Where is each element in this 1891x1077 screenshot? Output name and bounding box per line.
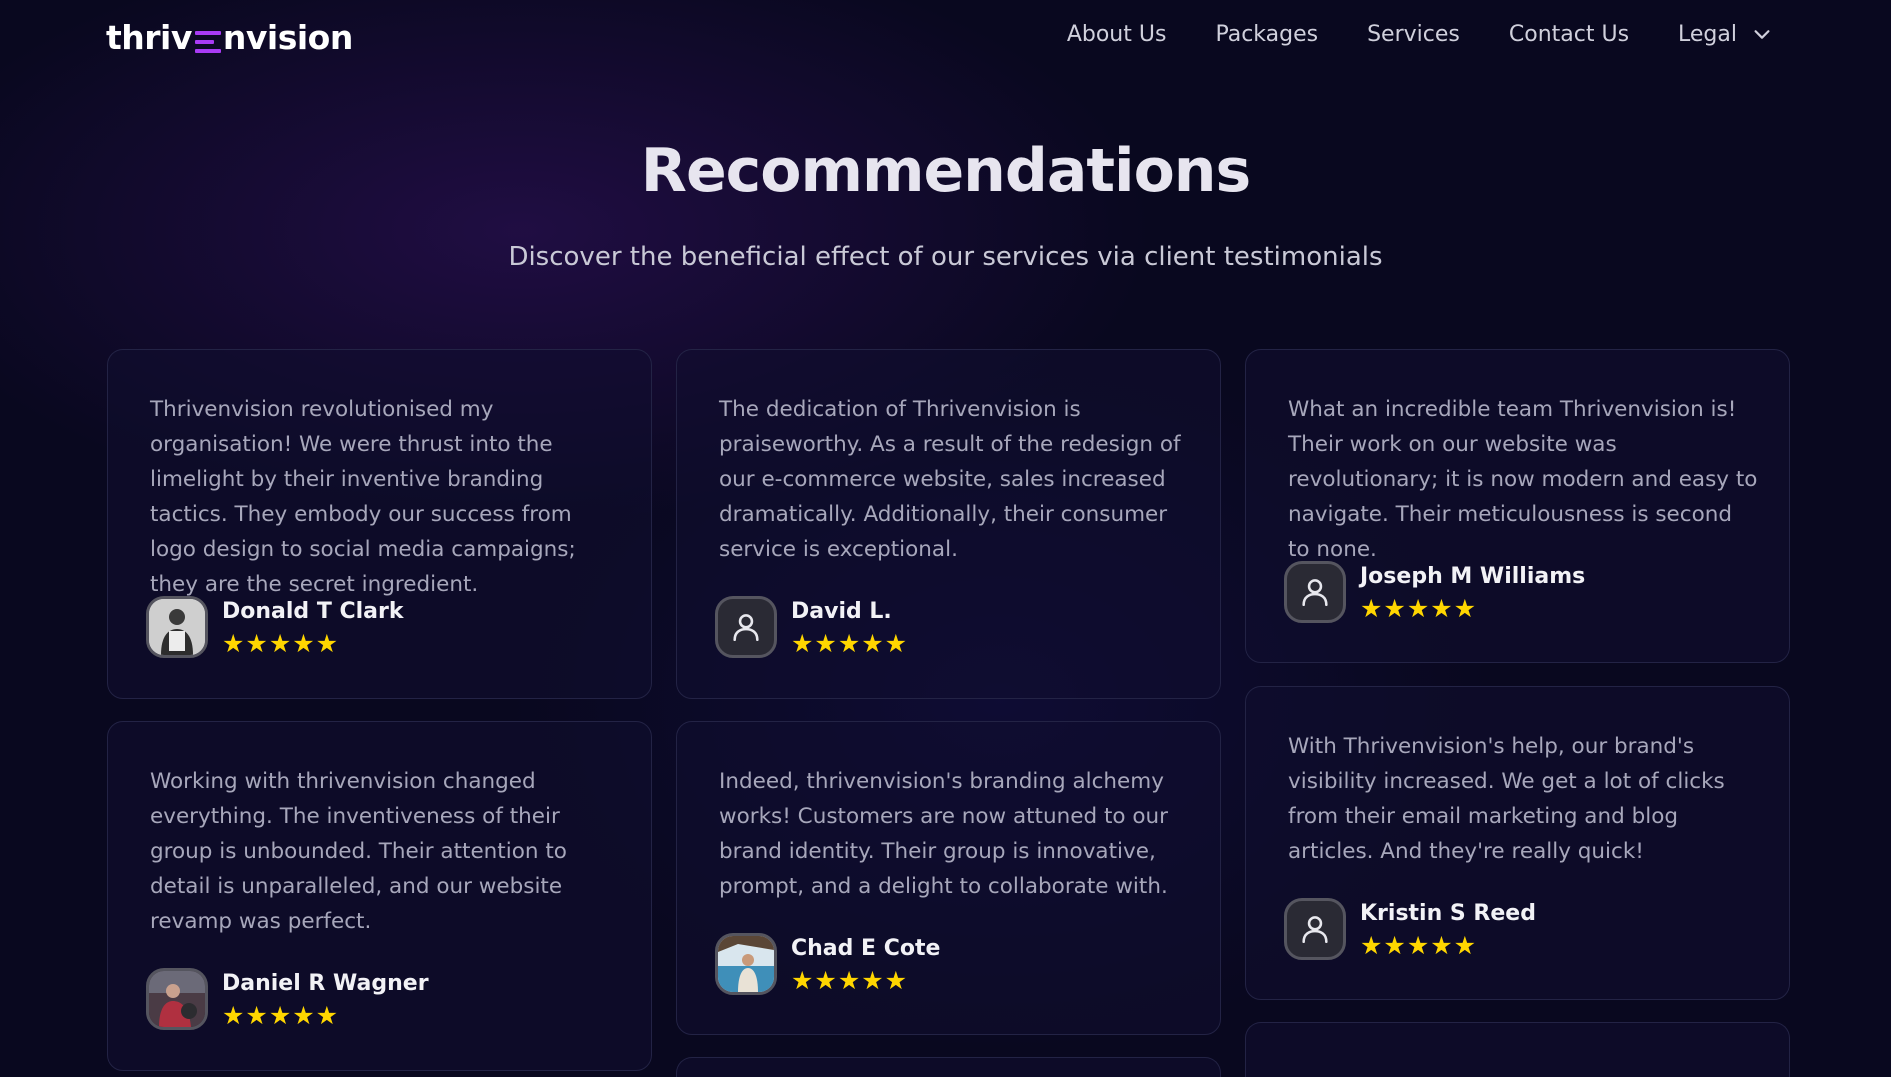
avatar <box>1284 898 1346 960</box>
testimonial-author: Kristin S Reed ★★★★★ <box>1284 898 1536 960</box>
brand-logo[interactable]: thriv nvision <box>106 12 353 56</box>
author-name: David L. <box>791 599 892 624</box>
avatar <box>1284 561 1346 623</box>
avatar <box>146 596 208 658</box>
testimonial-card: Indeed, thrivenvision's branding alchemy… <box>676 721 1221 1035</box>
testimonial-card: With Thrivenvision's help, our brand's v… <box>1245 686 1790 1000</box>
user-icon <box>733 614 759 642</box>
star-rating-icon: ★★★★★ <box>791 629 909 658</box>
nav-link-about-us[interactable]: About Us <box>1067 22 1167 47</box>
star-rating-icon: ★★★★★ <box>222 1001 340 1030</box>
avatar-photo-icon <box>149 599 205 655</box>
top-nav: thriv nvision About Us Packages Services… <box>0 0 1891 70</box>
star-rating-icon: ★★★★★ <box>222 629 340 658</box>
testimonial-text: The dedication of Thrivenvision is prais… <box>719 397 1181 562</box>
logo-text-start: thriv <box>106 18 192 57</box>
testimonial-author: Daniel R Wagner ★★★★★ <box>146 968 429 1030</box>
author-name: Kristin S Reed <box>1360 901 1536 926</box>
testimonial-card: The dedication of Thrivenvision is prais… <box>676 349 1221 699</box>
testimonial-text: Thrivenvision revolutionised my organisa… <box>150 397 576 597</box>
chevron-down-icon <box>1754 30 1770 39</box>
author-name: Donald T Clark <box>222 599 404 624</box>
testimonial-text: With Thrivenvision's help, our brand's v… <box>1288 734 1725 864</box>
star-rating-icon: ★★★★★ <box>1360 931 1478 960</box>
testimonial-text: Working with thrivenvision changed every… <box>150 769 567 934</box>
testimonial-card: What an incredible team Thrivenvision is… <box>1245 349 1790 663</box>
testimonial-text: What an incredible team Thrivenvision is… <box>1288 397 1758 562</box>
star-rating-icon: ★★★★★ <box>1360 594 1478 623</box>
testimonial-card <box>676 1057 1221 1077</box>
testimonial-card: Thrivenvision revolutionised my organisa… <box>107 349 652 699</box>
author-name: Joseph M Williams <box>1360 564 1586 589</box>
user-icon <box>1302 579 1328 607</box>
nav-link-services[interactable]: Services <box>1367 22 1460 47</box>
avatar <box>715 596 777 658</box>
star-rating-icon: ★★★★★ <box>791 966 909 995</box>
avatar <box>715 933 777 995</box>
testimonial-author: David L. ★★★★★ <box>715 596 908 658</box>
avatar <box>146 968 208 1030</box>
testimonial-card: Working with thrivenvision changed every… <box>107 721 652 1071</box>
nav-dropdown-legal[interactable]: Legal <box>1678 22 1773 47</box>
avatar-photo-icon <box>718 936 774 992</box>
logo-text-end: nvision <box>222 18 353 57</box>
page-subtitle: Discover the beneficial effect of our se… <box>508 242 1383 272</box>
nav-links: About Us Packages Services Contact Us Le… <box>1018 0 1773 68</box>
author-name: Daniel R Wagner <box>222 971 429 996</box>
testimonial-author: Donald T Clark ★★★★★ <box>146 596 404 658</box>
nav-link-legal-label: Legal <box>1678 21 1737 47</box>
testimonial-text: Indeed, thrivenvision's branding alchemy… <box>719 769 1168 899</box>
testimonial-author: Joseph M Williams ★★★★★ <box>1284 561 1585 623</box>
page-title: Recommendations <box>640 136 1251 206</box>
author-name: Chad E Cote <box>791 936 941 961</box>
testimonial-card <box>1245 1022 1790 1077</box>
nav-link-packages[interactable]: Packages <box>1215 22 1318 47</box>
testimonial-author: Chad E Cote ★★★★★ <box>715 933 940 995</box>
nav-link-contact-us[interactable]: Contact Us <box>1509 22 1629 47</box>
avatar-photo-icon <box>149 971 205 1027</box>
logo-e-mark-icon <box>194 31 221 53</box>
user-icon <box>1302 916 1328 944</box>
